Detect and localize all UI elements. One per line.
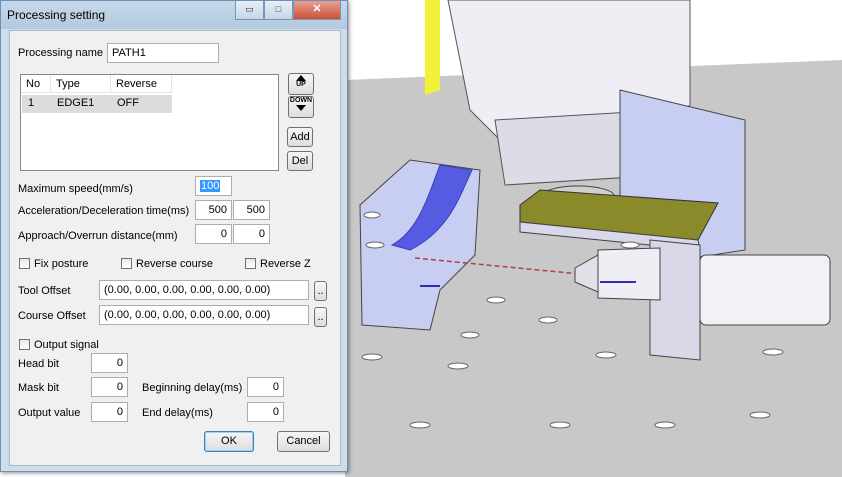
- up-button[interactable]: UP: [288, 73, 314, 95]
- approach-input[interactable]: 0: [195, 224, 232, 244]
- accel-time-input[interactable]: 500: [195, 200, 232, 220]
- down-button-label: DOWN: [289, 97, 313, 104]
- approach-label: Approach/Overrun distance(mm): [18, 230, 178, 242]
- output-signal-checkbox[interactable]: [19, 339, 30, 350]
- tool-offset-browse-button[interactable]: ..: [314, 281, 327, 301]
- plate-hole: [447, 362, 469, 370]
- tool-offset-label: Tool Offset: [18, 285, 71, 297]
- dialog-body: Processing name PATH1 No Type Reverse 1 …: [9, 30, 341, 466]
- mask-bit-input[interactable]: 0: [91, 377, 128, 397]
- plate-hole: [595, 351, 617, 359]
- tool-offset-input[interactable]: (0.00, 0.00, 0.00, 0.00, 0.00, 0.00): [99, 280, 309, 300]
- ok-button[interactable]: OK: [204, 431, 254, 452]
- end-delay-label: End delay(ms): [142, 407, 213, 419]
- beginning-delay-input[interactable]: 0: [247, 377, 284, 397]
- fix-posture-checkbox[interactable]: [19, 258, 30, 269]
- window-controls: ▭ □ ✕: [235, 1, 341, 20]
- output-value-label: Output value: [18, 407, 81, 419]
- plate-hole: [409, 421, 431, 429]
- minimize-button[interactable]: ▭: [235, 1, 264, 20]
- overrun-input[interactable]: 0: [233, 224, 270, 244]
- plate-hole: [654, 421, 676, 429]
- list-item[interactable]: 1 EDGE1 OFF: [22, 95, 172, 113]
- plate-hole: [749, 411, 771, 419]
- fix-posture-label: Fix posture: [34, 258, 89, 270]
- close-button[interactable]: ✕: [293, 1, 341, 20]
- yellow-guard: [425, 0, 440, 95]
- path-list[interactable]: No Type Reverse 1 EDGE1 OFF: [20, 74, 279, 171]
- add-button[interactable]: Add: [287, 127, 313, 147]
- plate-hole: [361, 353, 383, 361]
- head-bit-label: Head bit: [18, 358, 59, 370]
- del-button[interactable]: Del: [287, 151, 313, 171]
- plate-hole: [363, 211, 381, 219]
- reverse-course-label: Reverse course: [136, 258, 214, 270]
- output-value-input[interactable]: 0: [91, 402, 128, 422]
- reverse-z-checkbox[interactable]: [245, 258, 256, 269]
- column-header-no[interactable]: No: [21, 75, 51, 93]
- processing-setting-dialog: Processing setting ▭ □ ✕ Processing name…: [0, 0, 348, 472]
- plate-hole: [620, 241, 640, 249]
- dialog-title: Processing setting: [7, 8, 106, 22]
- decel-time-input[interactable]: 500: [233, 200, 270, 220]
- course-offset-label: Course Offset: [18, 310, 86, 322]
- beginning-delay-label: Beginning delay(ms): [142, 382, 243, 394]
- plate-hole: [549, 421, 571, 429]
- reverse-course-checkbox[interactable]: [121, 258, 132, 269]
- max-speed-value: 100: [200, 180, 221, 192]
- max-speed-input[interactable]: 100: [195, 176, 232, 196]
- processing-name-label: Processing name: [18, 47, 103, 59]
- end-delay-input[interactable]: 0: [247, 402, 284, 422]
- accel-label: Acceleration/Deceleration time(ms): [18, 205, 190, 217]
- processing-name-input[interactable]: PATH1: [107, 43, 219, 63]
- course-offset-input[interactable]: (0.00, 0.00, 0.00, 0.00, 0.00, 0.00): [99, 305, 309, 325]
- course-offset-browse-button[interactable]: ..: [314, 307, 327, 327]
- up-button-label: UP: [296, 81, 306, 88]
- down-button[interactable]: DOWN: [288, 96, 314, 118]
- plate-hole: [365, 241, 385, 249]
- mask-bit-label: Mask bit: [18, 382, 59, 394]
- down-arrow-icon: [296, 105, 306, 111]
- row-type: EDGE1: [57, 97, 95, 109]
- column-header-reverse[interactable]: Reverse: [111, 75, 172, 93]
- cancel-button[interactable]: Cancel: [277, 431, 330, 452]
- tool-cylinder: [699, 254, 831, 326]
- plate-hole: [538, 316, 558, 324]
- title-bar[interactable]: Processing setting ▭ □ ✕: [1, 1, 347, 29]
- row-no: 1: [28, 97, 35, 109]
- tool-body: [597, 247, 661, 301]
- plate-hole: [486, 296, 506, 304]
- column-header-type[interactable]: Type: [51, 75, 111, 93]
- plate-hole: [762, 348, 784, 356]
- row-reverse: OFF: [117, 97, 139, 109]
- max-speed-label: Maximum speed(mm/s): [18, 183, 133, 195]
- output-signal-label: Output signal: [34, 339, 99, 351]
- maximize-button[interactable]: □: [264, 1, 293, 20]
- head-bit-input[interactable]: 0: [91, 353, 128, 373]
- plate-hole: [460, 331, 480, 339]
- reverse-z-label: Reverse Z: [260, 258, 311, 270]
